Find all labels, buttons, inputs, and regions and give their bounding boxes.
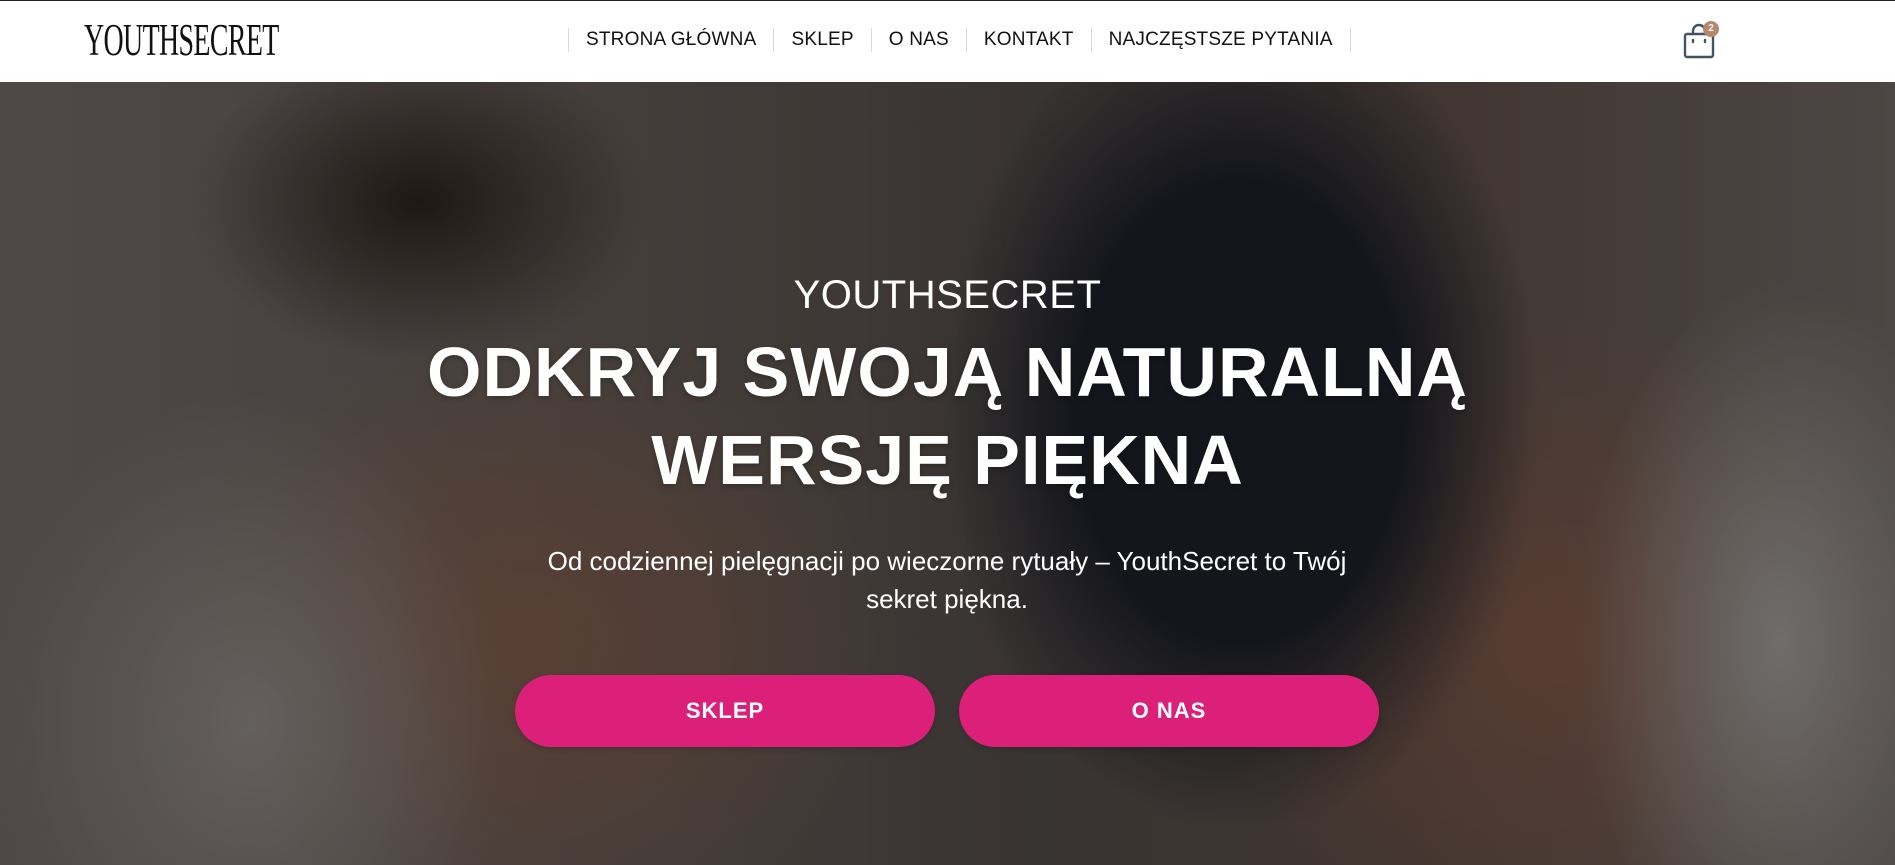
nav-item-about[interactable]: O NAS — [870, 28, 966, 52]
cart-button[interactable]: 2 — [1682, 21, 1722, 61]
hero-title-line-1: ODKRYJ SWOJĄ NATURALNĄ — [427, 333, 1468, 411]
hero-title: ODKRYJ SWOJĄ NATURALNĄ WERSJĘ PIĘKNA — [0, 328, 1895, 504]
hero-section: YOUTHSECRET ODKRYJ SWOJĄ NATURALNĄ WERSJ… — [0, 82, 1895, 865]
hero-subtitle-line-2: sekret piękna. — [866, 584, 1028, 614]
hero-kicker: YOUTHSECRET — [793, 273, 1102, 317]
hero-subtitle: Od codziennej pielęgnacji po wieczorne r… — [497, 542, 1397, 618]
cart-count-badge: 2 — [1703, 21, 1719, 37]
hero-title-line-2: WERSJĘ PIĘKNA — [651, 421, 1244, 499]
shop-button[interactable]: SKLEP — [515, 675, 935, 747]
main-nav: STRONA GŁÓWNA SKLEP O NAS KONTAKT NAJCZĘ… — [568, 28, 1351, 52]
nav-item-shop[interactable]: SKLEP — [773, 28, 870, 52]
site-logo[interactable]: YOUTHSECRET — [84, 15, 279, 65]
nav-item-home[interactable]: STRONA GŁÓWNA — [568, 28, 773, 52]
site-header: YOUTHSECRET STRONA GŁÓWNA SKLEP O NAS KO… — [0, 0, 1895, 82]
nav-item-contact[interactable]: KONTAKT — [965, 28, 1091, 52]
about-button[interactable]: O NAS — [959, 675, 1379, 747]
nav-item-faq[interactable]: NAJCZĘSTSZE PYTANIA — [1090, 28, 1351, 52]
hero-content: YOUTHSECRET ODKRYJ SWOJĄ NATURALNĄ WERSJ… — [0, 82, 1895, 865]
hero-subtitle-line-1: Od codziennej pielęgnacji po wieczorne r… — [547, 546, 1347, 576]
